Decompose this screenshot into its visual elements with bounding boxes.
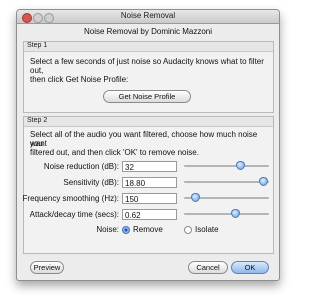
dialog-subtitle: Noise Removal by Dominic Mazzoni	[83, 27, 213, 36]
slider-track	[184, 181, 269, 183]
step2-line-3: filtered out, and then click 'OK' to rem…	[30, 148, 199, 157]
cancel-button[interactable]: Cancel	[188, 261, 228, 274]
sensitivity-slider[interactable]	[184, 176, 269, 188]
attack-decay-field[interactable]: 0.62	[122, 209, 177, 220]
isolate-radio[interactable]	[184, 226, 192, 234]
step1-label: Step 1	[27, 42, 48, 49]
noise-reduction-slider[interactable]	[184, 160, 269, 172]
slider-thumb[interactable]	[236, 161, 246, 170]
step1-line-2: out,	[30, 66, 44, 75]
step2-line-2: want	[30, 139, 47, 148]
remove-radio-label[interactable]: Remove	[133, 225, 163, 234]
step1-group: Step 1 Select a few seconds of just nois…	[23, 41, 274, 113]
remove-radio[interactable]	[122, 226, 130, 234]
attack-decay-slider[interactable]	[184, 208, 269, 220]
step2-label: Step 2	[27, 117, 48, 124]
noise-reduction-field[interactable]: 32	[122, 161, 177, 172]
sensitivity-field[interactable]: 18.80	[122, 177, 177, 188]
slider-thumb[interactable]	[191, 193, 201, 202]
frequency-smoothing-label: Frequency smoothing (Hz):	[22, 194, 119, 203]
frequency-smoothing-field[interactable]: 150	[122, 193, 177, 204]
step1-line-1: Select a few seconds of just noise so Au…	[30, 57, 264, 66]
step1-header: Step 1	[24, 42, 273, 52]
step2-group: Step 2 Select all of the audio you want …	[23, 116, 274, 254]
title-bar: Noise Removal	[17, 10, 279, 24]
noise-mode-label: Noise:	[96, 225, 119, 234]
slider-track	[184, 165, 269, 167]
attack-decay-label: Attack/decay time (secs):	[29, 210, 119, 219]
step2-header: Step 2	[24, 117, 273, 127]
ok-button[interactable]: OK	[231, 261, 269, 274]
window-title: Noise Removal	[120, 11, 176, 20]
frequency-smoothing-slider[interactable]	[184, 192, 269, 204]
slider-thumb[interactable]	[231, 209, 240, 218]
sensitivity-label: Sensitivity (dB):	[63, 178, 119, 187]
slider-track	[184, 213, 269, 215]
isolate-radio-label[interactable]: Isolate	[195, 225, 219, 234]
get-noise-profile-button[interactable]: Get Noise Profile	[103, 90, 191, 103]
step1-line-3: then click Get Noise Profile:	[30, 75, 129, 84]
noise-reduction-label: Noise reduction (dB):	[43, 162, 119, 171]
preview-button[interactable]: Preview	[30, 261, 64, 274]
slider-thumb[interactable]	[259, 177, 269, 186]
noise-removal-dialog: Noise Removal Noise Removal by Dominic M…	[16, 9, 280, 281]
